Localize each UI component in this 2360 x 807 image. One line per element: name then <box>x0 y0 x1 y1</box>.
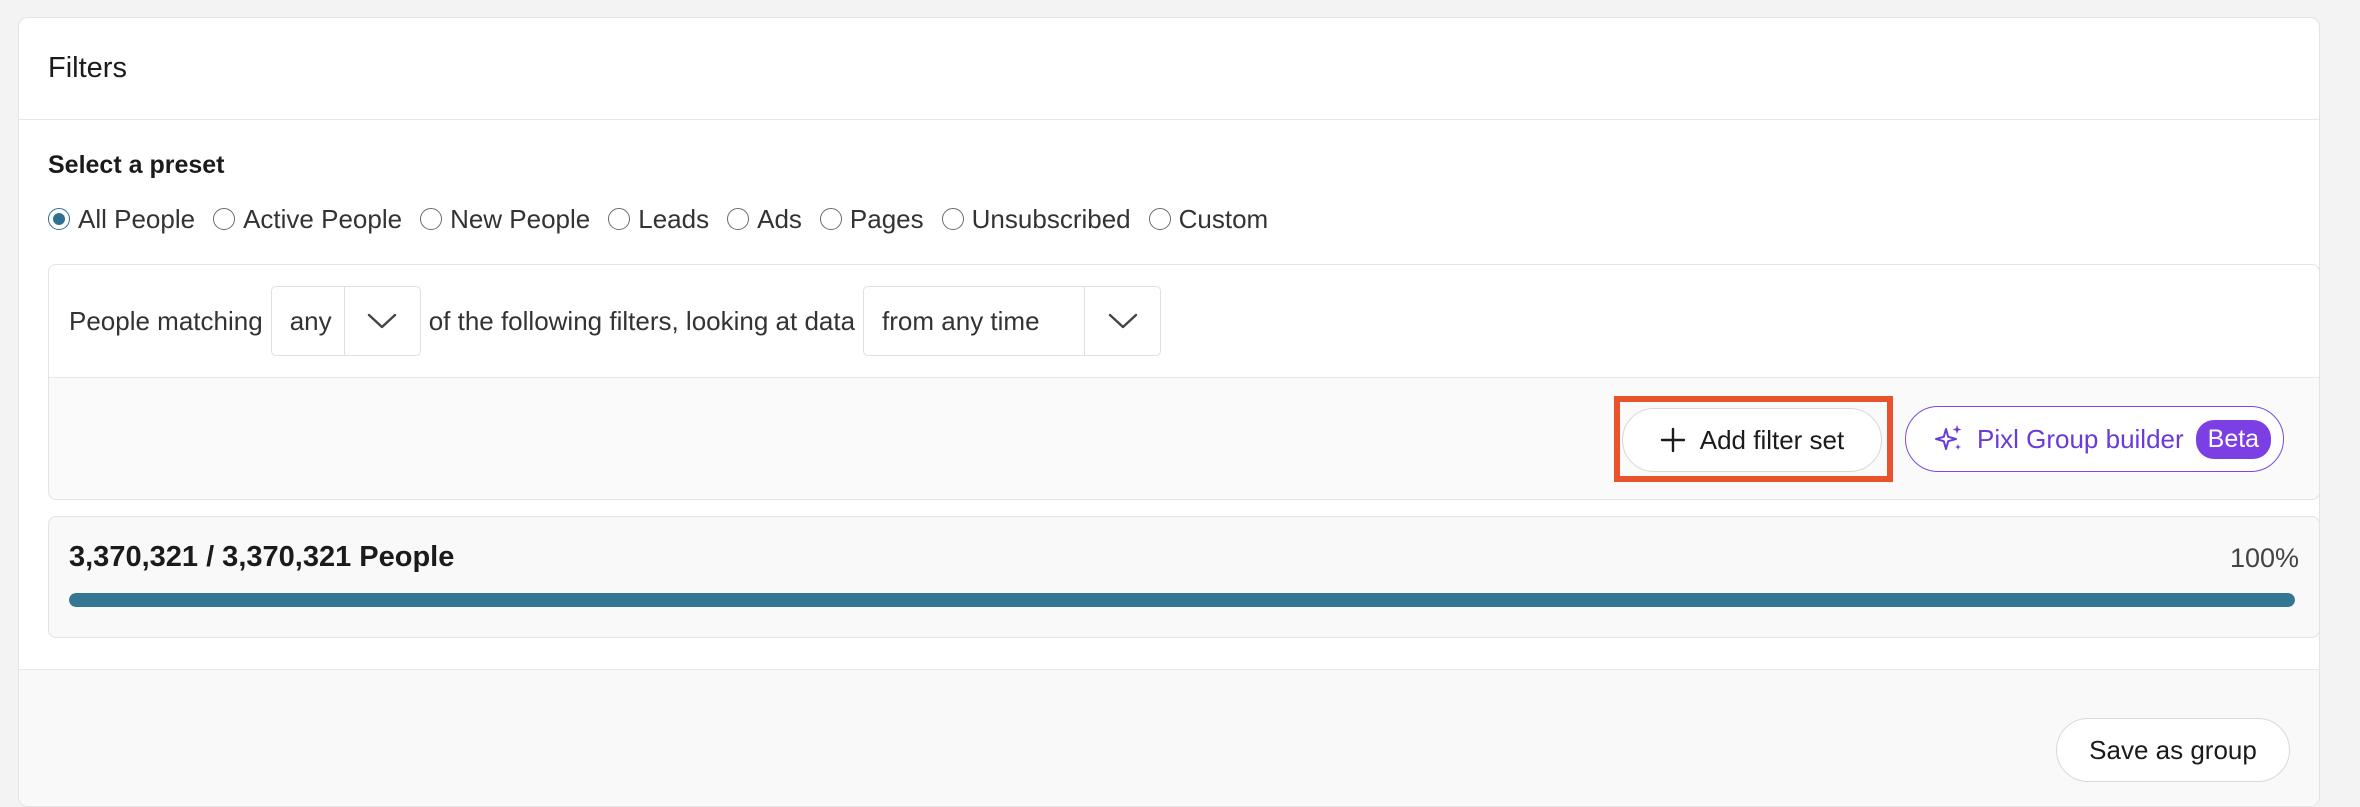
preset-leads[interactable]: Leads <box>608 204 709 235</box>
filter-builder: People matching any of the following fil… <box>48 264 2319 500</box>
preset-label: Active People <box>243 203 403 234</box>
radio-pages[interactable] <box>819 208 842 230</box>
preset-pages[interactable]: Pages <box>819 203 924 235</box>
people-count: 3,370,321 / 3,370,321 People <box>69 541 455 573</box>
progress-fill <box>69 593 2295 607</box>
preset-radio-group: All People Active People New People Lead… <box>48 202 1286 236</box>
panel-footer: Save as group <box>19 669 2319 806</box>
preset-new-people[interactable]: New People <box>420 204 590 235</box>
filters-panel: Filters Select a preset All People Activ… <box>18 17 2320 807</box>
preset-title: Select a preset <box>48 151 225 179</box>
preset-label: Pages <box>849 203 924 234</box>
preset-ads[interactable]: Ads <box>727 204 802 235</box>
chevron-down-icon[interactable] <box>1084 287 1160 355</box>
beta-badge: Beta <box>2195 419 2272 459</box>
progress-bar <box>69 593 2295 607</box>
match-mode-select[interactable]: any <box>270 286 421 356</box>
radio-leads[interactable] <box>608 208 631 230</box>
time-range-value: from any time <box>882 305 1040 336</box>
preset-unsubscribed[interactable]: Unsubscribed <box>941 203 1131 235</box>
add-filter-set-button[interactable]: Add filter set <box>1622 408 1882 472</box>
filter-prefix-text: People matching <box>69 305 263 336</box>
preset-label: All People <box>78 203 196 234</box>
preset-custom[interactable]: Custom <box>1148 203 1269 235</box>
preset-active-people[interactable]: Active People <box>213 204 402 235</box>
radio-unsubscribed[interactable] <box>941 208 964 230</box>
add-filter-set-label: Add filter set <box>1699 424 1845 455</box>
preset-label: Ads <box>757 203 802 234</box>
panel-title: Filters <box>48 52 127 84</box>
pixl-group-builder-button[interactable]: Pixl Group builder Beta <box>1905 406 2284 472</box>
preset-all-people[interactable]: All People <box>48 204 195 235</box>
radio-ads[interactable] <box>727 208 750 230</box>
preset-label: Leads <box>638 203 710 234</box>
preset-label: New People <box>450 203 591 234</box>
radio-custom[interactable] <box>1148 208 1171 230</box>
radio-all-people[interactable] <box>48 208 70 230</box>
chevron-down-icon[interactable] <box>343 287 420 355</box>
audience-summary: 3,370,321 / 3,370,321 People 100% <box>48 516 2319 638</box>
filter-actions-row: Add filter set Pixl Group builder Beta <box>49 378 2319 499</box>
filter-sentence-row: People matching any of the following fil… <box>49 265 2319 378</box>
preset-label: Unsubscribed <box>971 203 1131 234</box>
radio-active-people[interactable] <box>213 208 236 230</box>
sparkles-icon <box>1933 423 1965 455</box>
pixl-group-builder-label: Pixl Group builder <box>1977 423 2184 454</box>
save-as-group-button[interactable]: Save as group <box>2056 718 2290 782</box>
radio-new-people[interactable] <box>420 208 443 230</box>
panel-header: Filters <box>19 18 2319 120</box>
preset-label: Custom <box>1178 203 1269 234</box>
filter-middle-text: of the following filters, looking at dat… <box>428 305 856 336</box>
plus-icon <box>1660 427 1686 453</box>
match-mode-value: any <box>289 305 332 336</box>
people-percent: 100% <box>2229 543 2299 573</box>
time-range-select[interactable]: from any time <box>863 286 1162 356</box>
